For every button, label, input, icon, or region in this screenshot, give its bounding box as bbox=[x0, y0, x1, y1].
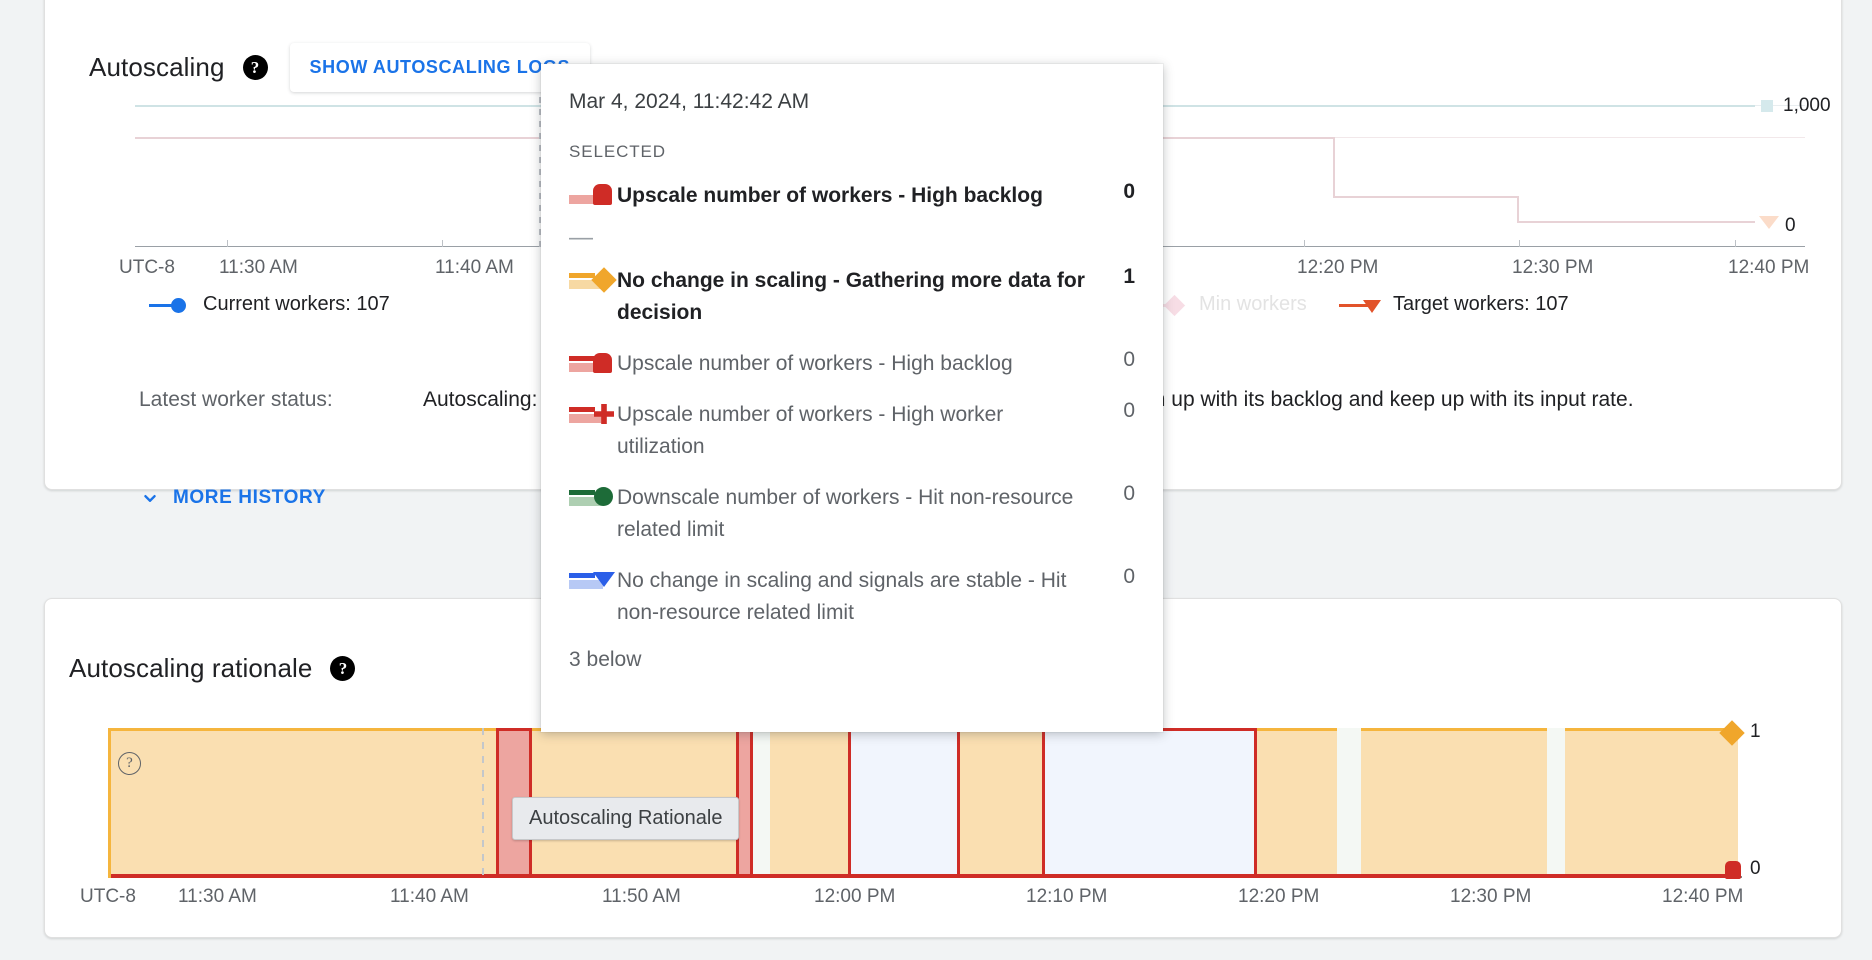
tooltip-selected-heading: SELECTED bbox=[569, 142, 1135, 162]
x-tick bbox=[1735, 240, 1736, 247]
max-workers-end-marker bbox=[1761, 100, 1773, 112]
rationale-band-amber[interactable] bbox=[960, 728, 1042, 878]
tooltip-row-label: No change in scaling and signals are sta… bbox=[617, 565, 1101, 630]
no-change-gathering-icon bbox=[569, 267, 617, 291]
no-change-stable-icon bbox=[569, 567, 617, 591]
tooltip-row-upscale-high-backlog[interactable]: Upscale number of workers - High backlog… bbox=[569, 348, 1135, 381]
current-workers-icon bbox=[149, 296, 195, 314]
legend-label: Target workers: 107 bbox=[1393, 293, 1569, 316]
x-tick-label: 11:30 AM bbox=[219, 257, 298, 279]
tooltip-row-value: 0 bbox=[1101, 348, 1135, 372]
upscale-high-utilization-icon bbox=[569, 401, 617, 425]
x-axis-timezone: UTC-8 bbox=[119, 257, 175, 279]
x-tick bbox=[442, 240, 443, 247]
tooltip-divider: — bbox=[569, 231, 1135, 245]
rationale-end-label-one: 1 bbox=[1750, 721, 1761, 743]
rationale-hover-cursor bbox=[482, 728, 484, 878]
x-tick-label: 11:30 AM bbox=[178, 886, 257, 908]
rationale-band-pale[interactable] bbox=[1547, 728, 1565, 878]
min-workers-end-marker bbox=[1759, 216, 1779, 229]
tooltip-row-value: 0 bbox=[1101, 180, 1135, 204]
x-tick bbox=[1304, 240, 1305, 247]
x-tick-label: 12:00 PM bbox=[814, 886, 895, 908]
series-min-workers-step1 bbox=[1333, 137, 1335, 197]
x-tick-label: 12:40 PM bbox=[1662, 886, 1743, 908]
series-min-workers-step2 bbox=[1517, 196, 1519, 222]
tooltip-below-count: 3 below bbox=[569, 648, 1135, 672]
more-history-button[interactable]: MORE HISTORY bbox=[139, 487, 326, 509]
tooltip-row-no-change-gathering[interactable]: No change in scaling - Gathering more da… bbox=[569, 265, 1135, 330]
legend-item-target-workers[interactable]: Target workers: 107 bbox=[1339, 293, 1569, 316]
rationale-question-icon[interactable]: ? bbox=[118, 752, 141, 775]
page-title: Autoscaling bbox=[89, 52, 225, 83]
tooltip-row-value: 0 bbox=[1101, 565, 1135, 589]
max-workers-end-label: 1,000 bbox=[1783, 95, 1831, 117]
help-icon[interactable]: ? bbox=[330, 656, 355, 681]
tooltip-row-upscale-high-utilization[interactable]: Upscale number of workers - High worker … bbox=[569, 399, 1135, 464]
x-tick bbox=[1519, 240, 1520, 247]
rationale-band-amber[interactable] bbox=[108, 728, 496, 878]
upscale-high-backlog-icon bbox=[569, 182, 617, 206]
rationale-band-pale[interactable] bbox=[1337, 728, 1361, 878]
x-tick-label: 12:30 PM bbox=[1450, 886, 1531, 908]
tooltip-row-value: 1 bbox=[1101, 265, 1135, 289]
x-tick-label: 12:30 PM bbox=[1512, 257, 1593, 279]
series-min-workers-seg2 bbox=[1333, 196, 1517, 198]
rationale-band-amber[interactable] bbox=[770, 728, 848, 878]
downscale-nonresource-icon bbox=[569, 484, 617, 508]
rationale-baseline bbox=[108, 874, 1738, 878]
rationale-end-marker-zero bbox=[1725, 861, 1741, 879]
legend-label: Min workers bbox=[1199, 293, 1307, 316]
rationale-end-label-zero: 0 bbox=[1750, 858, 1761, 880]
tooltip-row-label: No change in scaling - Gathering more da… bbox=[617, 265, 1101, 330]
autoscaling-rationale-chart[interactable]: ? bbox=[108, 728, 1738, 878]
legend-item-current-workers[interactable]: Current workers: 107 bbox=[149, 293, 390, 316]
x-tick-label: 11:50 AM bbox=[602, 886, 681, 908]
chevron-down-icon bbox=[139, 487, 161, 509]
tooltip-row-value: 0 bbox=[1101, 399, 1135, 423]
series-min-workers-seg3 bbox=[1517, 221, 1755, 223]
tooltip-row-value: 0 bbox=[1101, 482, 1135, 506]
upscale-high-backlog-icon bbox=[569, 350, 617, 374]
legend-label: Current workers: 107 bbox=[203, 293, 390, 316]
x-tick-label: 12:20 PM bbox=[1238, 886, 1319, 908]
x-tick bbox=[227, 240, 228, 247]
tooltip-row-label: Upscale number of workers - High backlog bbox=[617, 348, 1101, 381]
rationale-band-pale[interactable] bbox=[753, 728, 769, 878]
x-tick-label: 11:40 AM bbox=[390, 886, 469, 908]
rationale-band-blue[interactable] bbox=[1042, 728, 1257, 878]
latest-worker-status-label: Latest worker status: bbox=[139, 383, 339, 417]
tooltip-row-label: Upscale number of workers - High worker … bbox=[617, 399, 1101, 464]
tooltip-row-label: Upscale number of workers - High backlog bbox=[617, 180, 1101, 213]
rationale-left-edge bbox=[108, 728, 111, 878]
x-axis-timezone: UTC-8 bbox=[80, 886, 136, 908]
tooltip-timestamp: Mar 4, 2024, 11:42:42 AM bbox=[569, 90, 1135, 114]
rationale-x-axis: UTC-8 11:30 AM 11:40 AM 11:50 AM 12:00 P… bbox=[108, 886, 1788, 910]
tooltip-selected-row[interactable]: Upscale number of workers - High backlog… bbox=[569, 180, 1135, 213]
rationale-band-blue[interactable] bbox=[848, 728, 960, 878]
x-tick-label: 11:40 AM bbox=[435, 257, 514, 279]
rationale-band-amber[interactable] bbox=[1257, 728, 1337, 878]
autoscaling-header: Autoscaling ? SHOW AUTOSCALING LOGS bbox=[89, 43, 590, 92]
x-tick-label: 12:40 PM bbox=[1728, 257, 1809, 279]
more-history-label: MORE HISTORY bbox=[173, 487, 326, 509]
x-tick-label: 12:20 PM bbox=[1297, 257, 1378, 279]
x-tick-label: 12:10 PM bbox=[1026, 886, 1107, 908]
tooltip-row-label: Downscale number of workers - Hit non-re… bbox=[617, 482, 1101, 547]
help-icon[interactable]: ? bbox=[243, 55, 268, 80]
legend-item-min-workers[interactable]: Min workers bbox=[1145, 293, 1307, 316]
tooltip-row-no-change-stable[interactable]: No change in scaling and signals are sta… bbox=[569, 565, 1135, 630]
tooltip-row-downscale-nonresource-limit[interactable]: Downscale number of workers - Hit non-re… bbox=[569, 482, 1135, 547]
rationale-header: Autoscaling rationale ? bbox=[69, 653, 355, 684]
rationale-band-amber[interactable] bbox=[1565, 728, 1738, 878]
zero-end-label: 0 bbox=[1785, 215, 1796, 237]
rationale-title: Autoscaling rationale bbox=[69, 653, 312, 684]
rationale-band-amber[interactable] bbox=[1361, 728, 1547, 878]
rationale-bar-tooltip: Autoscaling Rationale bbox=[512, 797, 739, 840]
chart-hover-tooltip: Mar 4, 2024, 11:42:42 AM SELECTED Upscal… bbox=[541, 64, 1163, 732]
target-workers-icon bbox=[1339, 296, 1385, 314]
